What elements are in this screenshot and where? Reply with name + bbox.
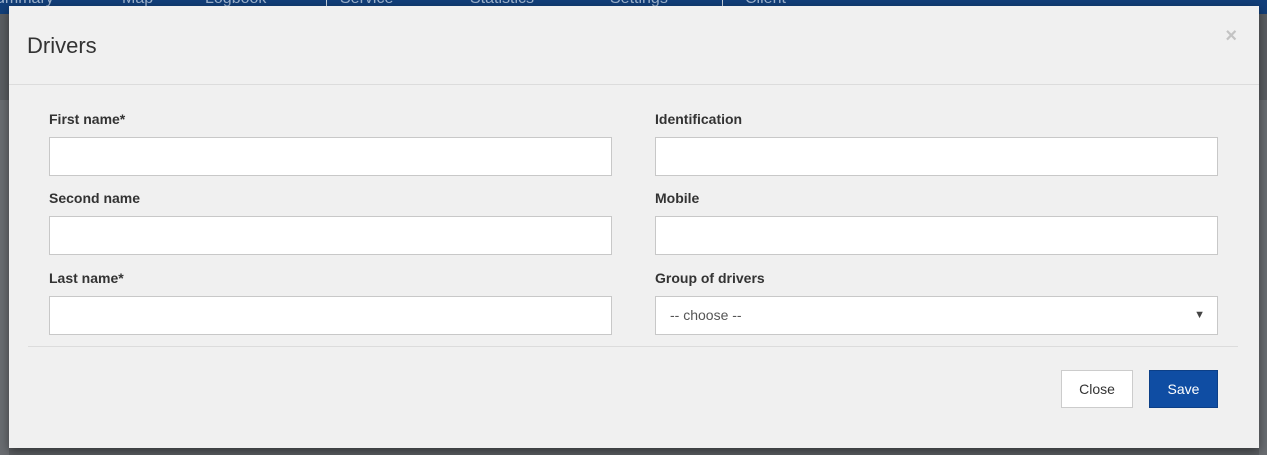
first-name-input[interactable] (49, 137, 612, 176)
mobile-label: Mobile (655, 190, 700, 206)
second-name-input[interactable] (49, 216, 612, 255)
identification-input[interactable] (655, 137, 1218, 176)
close-icon[interactable]: × (1225, 26, 1237, 46)
close-button[interactable]: Close (1061, 370, 1133, 408)
second-name-label: Second name (49, 190, 141, 206)
mobile-input[interactable] (655, 216, 1218, 255)
group-of-drivers-select[interactable]: -- choose -- ▼ (655, 296, 1218, 335)
modal-header: Drivers × (9, 6, 1259, 85)
group-of-drivers-label: Group of drivers (655, 270, 765, 286)
backdrop-left (0, 100, 9, 455)
footer-divider (28, 346, 1238, 347)
modal-title: Drivers (27, 33, 97, 58)
last-name-label: Last name* (49, 270, 124, 286)
identification-label: Identification (655, 111, 743, 127)
chevron-down-icon: ▼ (1194, 309, 1205, 321)
save-button[interactable]: Save (1149, 370, 1218, 408)
drivers-modal: Drivers × First name* Second name Last n… (9, 6, 1259, 448)
first-name-label: First name* (49, 111, 126, 127)
group-of-drivers-selected: -- choose -- (670, 307, 742, 323)
backdrop-right (1259, 100, 1267, 455)
last-name-input[interactable] (49, 296, 612, 335)
